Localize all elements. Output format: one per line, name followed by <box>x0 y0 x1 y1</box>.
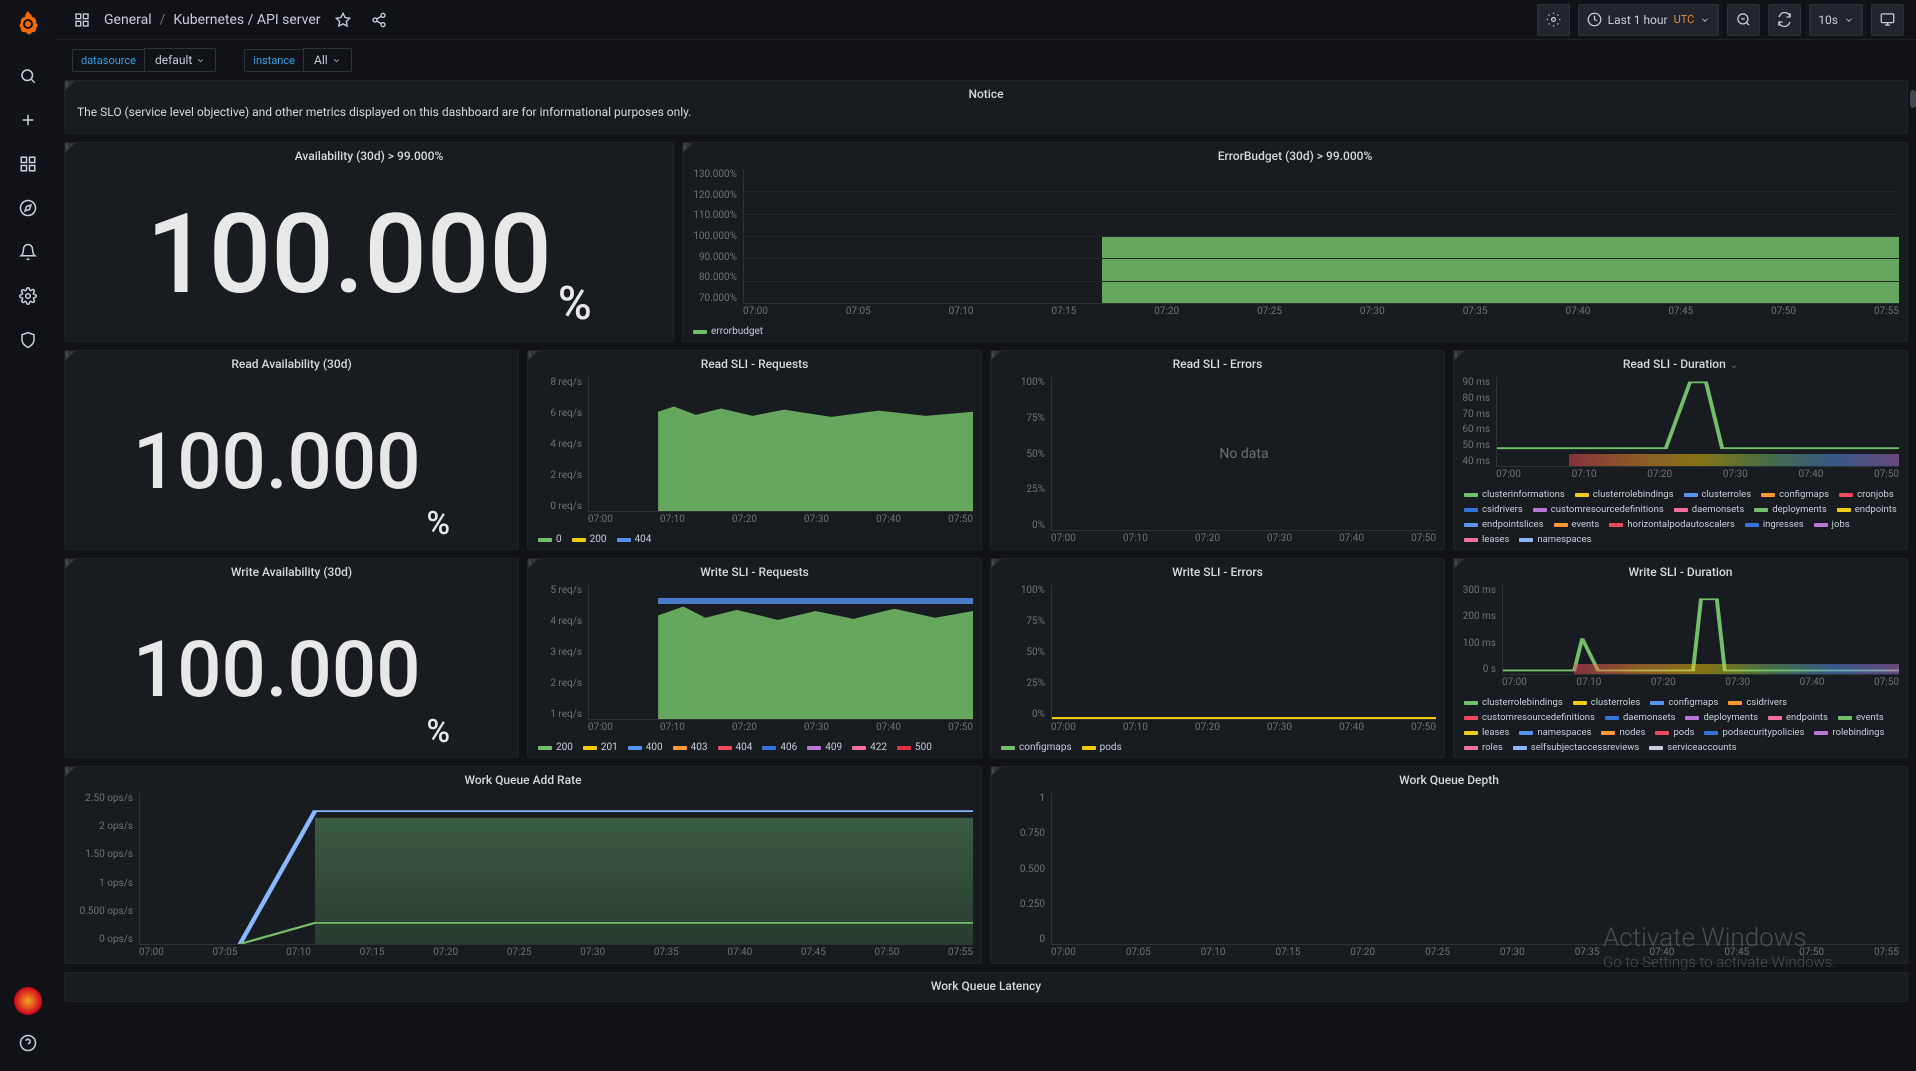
panel-errorbudget[interactable]: ErrorBudget (30d) > 99.000% 130.000%120.… <box>682 142 1908 342</box>
var-instance-label: instance <box>244 49 304 72</box>
availability-value: 100.000% <box>65 169 673 341</box>
panel-availability-30d[interactable]: Availability (30d) > 99.000% 100.000% <box>64 142 674 342</box>
left-nav <box>0 0 56 1071</box>
dashboards-icon[interactable] <box>12 148 44 180</box>
panel-write-errors[interactable]: Write SLI - Errors 100%75%50%25%0% 07:00… <box>990 558 1445 758</box>
nodata-label: No data <box>1219 446 1268 462</box>
panel-read-requests[interactable]: Read SLI - Requests 8 req/s6 req/s4 req/… <box>527 350 982 550</box>
panel-write-duration[interactable]: Write SLI - Duration 300 ms200 ms100 ms0… <box>1453 558 1908 758</box>
template-variables: datasource default instance All <box>56 40 1916 80</box>
legend-write-duration: clusterrolebindingsclusterrolesconfigmap… <box>1454 693 1907 757</box>
refresh-interval-picker[interactable]: 10s <box>1809 4 1863 36</box>
server-admin-icon[interactable] <box>12 324 44 356</box>
share-icon[interactable] <box>365 6 393 34</box>
panel-read-duration[interactable]: Read SLI - Duration⌄ 90 ms80 ms70 ms60 m… <box>1453 350 1908 550</box>
panel-work-queue-add-rate[interactable]: Work Queue Add Rate 2.50 ops/s2 ops/s1.5… <box>64 766 982 964</box>
panel-read-availability[interactable]: Read Availability (30d) 100.000% <box>64 350 519 550</box>
windows-activation-watermark: Activate Windows Go to Settings to activ… <box>1603 923 1836 971</box>
apps-icon[interactable] <box>68 6 96 34</box>
refresh-button[interactable] <box>1768 4 1801 36</box>
write-availability-value: 100.000% <box>65 585 518 757</box>
var-datasource-value[interactable]: default <box>144 48 216 72</box>
legend-write-requests: 200201400403404406409422500 <box>528 738 981 757</box>
time-range-picker[interactable]: Last 1 hour UTC <box>1578 4 1720 36</box>
legend-read-duration: clusterinformationsclusterrolebindingscl… <box>1454 485 1907 549</box>
panel-notice[interactable]: Notice The SLO (service level objective)… <box>64 80 1908 134</box>
legend-write-errors: configmapspods <box>991 738 1444 757</box>
panel-work-queue-latency[interactable]: Work Queue Latency <box>64 972 1908 1002</box>
plus-icon[interactable] <box>12 104 44 136</box>
timezone-label: UTC <box>1674 13 1695 26</box>
var-datasource-label: datasource <box>72 49 145 72</box>
help-icon[interactable] <box>12 1027 44 1059</box>
alerting-icon[interactable] <box>12 236 44 268</box>
scrollbar-thumb[interactable] <box>1910 90 1916 108</box>
read-availability-value: 100.000% <box>65 377 518 549</box>
breadcrumb: General / Kubernetes / API server <box>104 12 321 28</box>
explore-icon[interactable] <box>12 192 44 224</box>
notice-text: The SLO (service level objective) and ot… <box>65 101 1907 127</box>
panel-read-errors[interactable]: Read SLI - Errors 100%75%50%25%0% No dat… <box>990 350 1445 550</box>
var-instance-value[interactable]: All <box>303 48 352 72</box>
legend-errorbudget: errorbudget <box>683 322 1907 341</box>
search-icon[interactable] <box>12 60 44 92</box>
grafana-logo[interactable] <box>12 8 44 40</box>
panel-write-requests[interactable]: Write SLI - Requests 5 req/s4 req/s3 req… <box>527 558 982 758</box>
legend-read-requests: 0200404 <box>528 530 981 549</box>
zoom-out-button[interactable] <box>1727 4 1760 36</box>
panel-write-availability[interactable]: Write Availability (30d) 100.000% <box>64 558 519 758</box>
user-avatar[interactable] <box>14 987 42 1015</box>
breadcrumb-dashboard[interactable]: Kubernetes / API server <box>173 12 320 28</box>
star-icon[interactable] <box>329 6 357 34</box>
tv-mode-button[interactable] <box>1871 4 1904 36</box>
time-range-label: Last 1 hour <box>1608 13 1668 27</box>
dashboard-settings-button[interactable] <box>1537 4 1570 36</box>
configuration-icon[interactable] <box>12 280 44 312</box>
breadcrumb-general[interactable]: General <box>104 12 152 28</box>
topbar: General / Kubernetes / API server Last 1… <box>56 0 1916 40</box>
